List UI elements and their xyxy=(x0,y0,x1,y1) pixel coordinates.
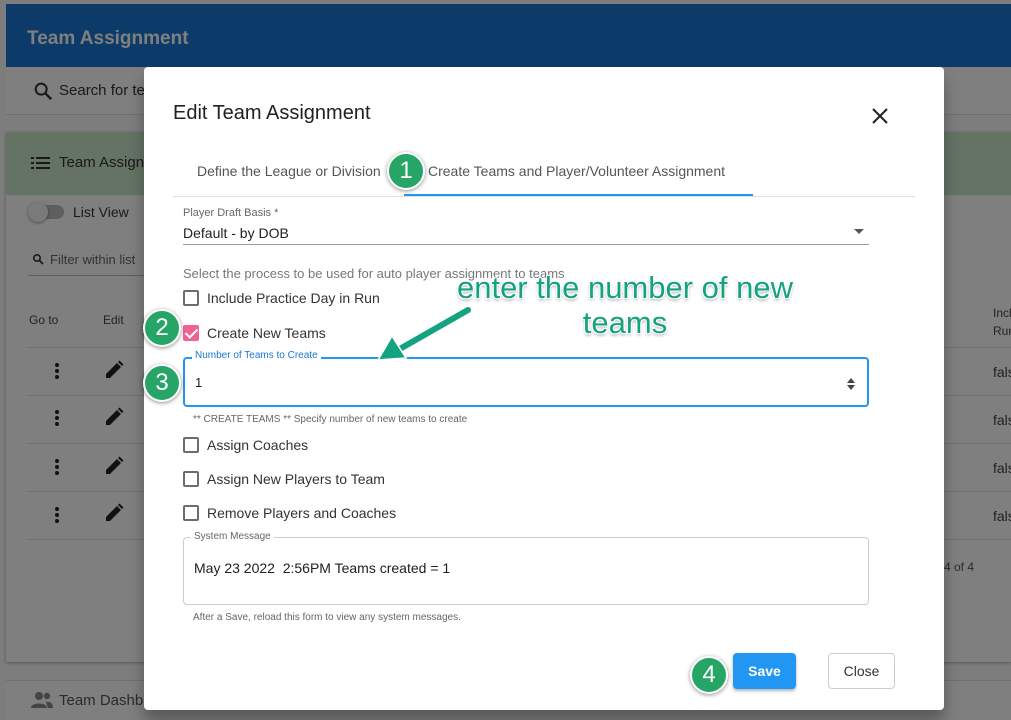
callout-line-2: teams xyxy=(582,305,668,340)
tab-define-league[interactable]: Define the League or Division xyxy=(197,163,381,179)
checkbox-box[interactable] xyxy=(183,471,199,487)
close-icon[interactable] xyxy=(868,104,892,128)
checkbox-label: Assign New Players to Team xyxy=(207,471,385,487)
dialog-title: Edit Team Assignment xyxy=(173,102,371,124)
number-of-teams-input[interactable] xyxy=(195,375,795,390)
checkbox-label: Include Practice Day in Run xyxy=(207,290,380,306)
checkbox-label: Remove Players and Coaches xyxy=(207,505,397,521)
step-badge-1: 1 xyxy=(387,152,425,190)
callout-text: enter the number of new teams xyxy=(440,270,810,340)
system-message-label: System Message xyxy=(191,531,274,542)
callout-arrow-icon xyxy=(376,305,473,361)
draft-basis-select[interactable]: Default - by DOB xyxy=(183,225,289,241)
system-message-value: May 23 2022 2:56PM Teams created = 1 xyxy=(194,560,451,576)
system-message-hint: After a Save, reload this form to view a… xyxy=(193,612,461,623)
callout-line-1: enter the number of new xyxy=(456,270,794,305)
step-badge-4: 4 xyxy=(690,656,728,694)
number-of-teams-hint: ** CREATE TEAMS ** Specify number of new… xyxy=(193,414,468,425)
checkbox-box-checked[interactable] xyxy=(183,325,199,341)
spinner-arrows-icon[interactable] xyxy=(845,377,857,391)
tabs-divider xyxy=(173,196,915,197)
step-badge-3: 3 xyxy=(143,364,181,402)
draft-basis-underline xyxy=(183,244,869,245)
close-button[interactable]: Close xyxy=(828,653,895,689)
dropdown-arrow-icon[interactable] xyxy=(854,229,864,234)
checkbox-box[interactable] xyxy=(183,290,199,306)
number-of-teams-label: Number of Teams to Create xyxy=(192,350,321,361)
checkbox-box[interactable] xyxy=(183,437,199,453)
step-badge-2: 2 xyxy=(143,309,181,347)
number-of-teams-field[interactable]: Number of Teams to Create xyxy=(183,350,869,407)
draft-basis-label: Player Draft Basis * xyxy=(183,207,279,219)
checkbox-label: Assign Coaches xyxy=(207,437,309,453)
system-message-field[interactable]: System Message May 23 2022 2:56PM Teams … xyxy=(183,531,869,605)
checkbox-box[interactable] xyxy=(183,505,199,521)
edit-team-assignment-dialog: Edit Team Assignment Define the League o… xyxy=(144,67,944,710)
checkbox-label: Create New Teams xyxy=(207,325,326,341)
save-button[interactable]: Save xyxy=(733,653,796,689)
tab-create-teams[interactable]: Create Teams and Player/Volunteer Assign… xyxy=(428,163,725,179)
